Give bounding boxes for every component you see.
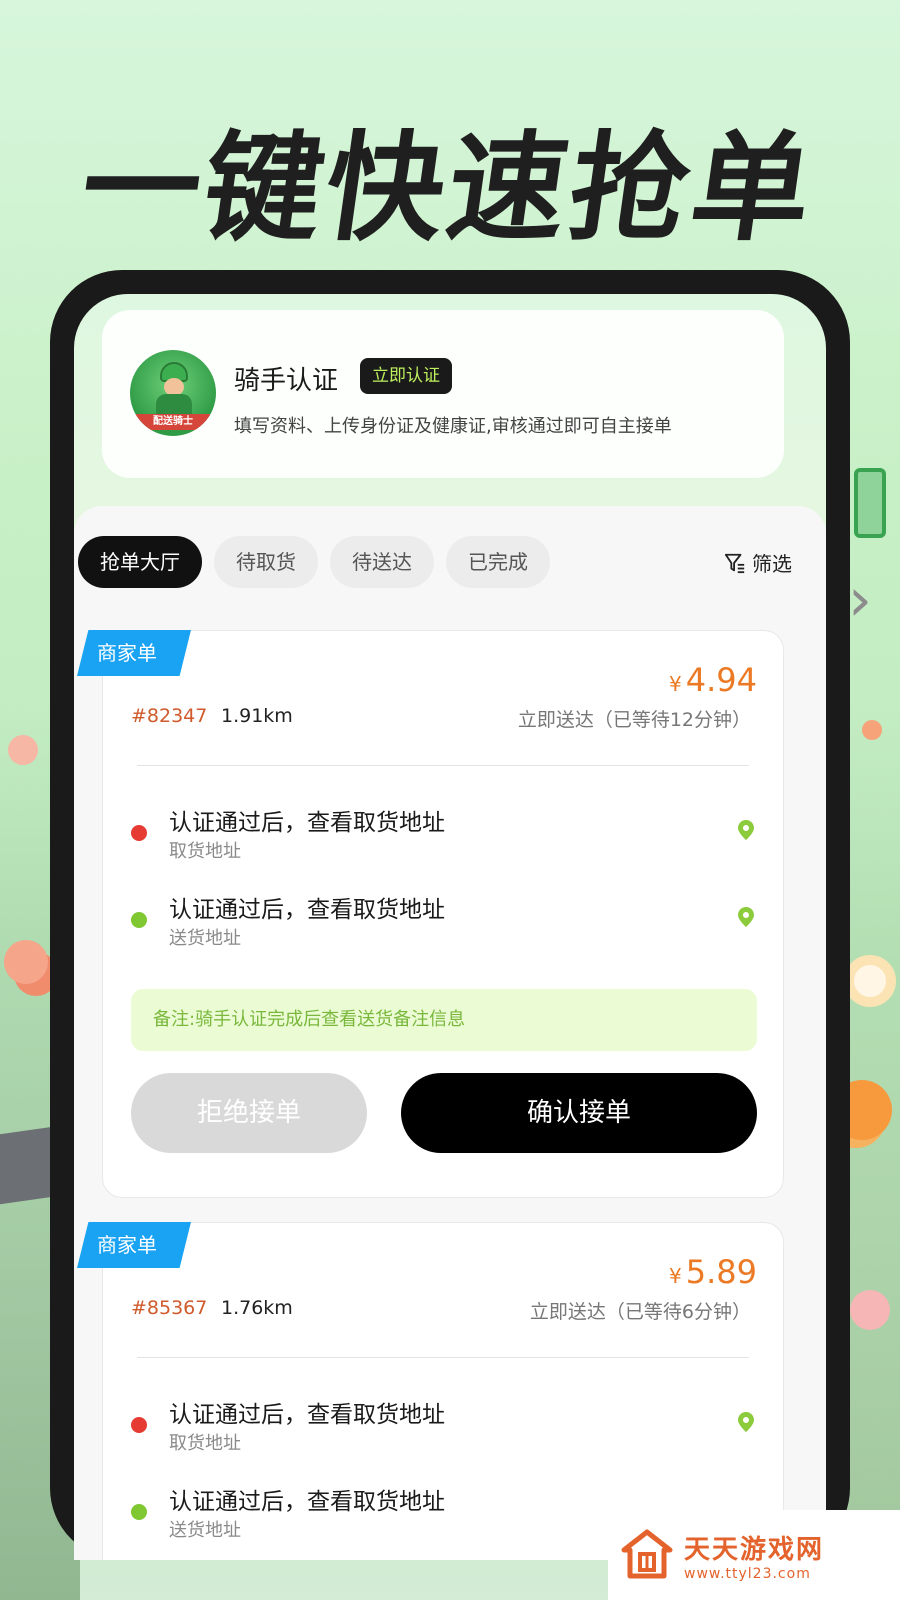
phone-frame: 配送骑士 骑手认证 立即认证 填写资料、上传身份证及健康证,审核通过即可自主接单… [50,270,850,1560]
auth-description: 填写资料、上传身份证及健康证,审核通过即可自主接单 [234,416,672,437]
currency-symbol: ¥ [669,672,682,696]
tab-grab-hall[interactable]: 抢单大厅 [78,536,202,588]
flower-decoration [862,720,882,740]
filter-icon [724,553,745,573]
order-tabs: 抢单大厅 待取货 待送达 已完成 [78,536,550,588]
currency-symbol: ¥ [669,1264,682,1288]
merchant-order-tag: 商家单 [77,630,191,676]
pickup-label: 取货地址 [169,1433,241,1454]
order-distance: 1.76km [221,1297,293,1319]
order-price: ¥4.94 [669,661,757,699]
site-watermark: 天天游戏网 www.ttyl23.com [608,1510,900,1600]
rider-avatar: 配送骑士 [130,350,216,436]
rider-auth-card[interactable]: 配送骑士 骑手认证 立即认证 填写资料、上传身份证及健康证,审核通过即可自主接单 [102,310,784,478]
confirm-order-button[interactable]: 确认接单 [401,1073,757,1153]
tab-completed[interactable]: 已完成 [446,536,550,588]
merchant-order-tag: 商家单 [77,1222,191,1268]
wait-time: 立即送达（已等待12分钟） [517,709,751,731]
order-id: #85367 [131,1297,208,1319]
pickup-label: 取货地址 [169,841,241,862]
app-screen: 配送骑士 骑手认证 立即认证 填写资料、上传身份证及健康证,审核通过即可自主接单… [74,294,826,1560]
order-remark: 备注:骑手认证完成后查看送货备注信息 [131,989,757,1051]
price-value: 5.89 [685,1253,757,1291]
flower-decoration [4,940,48,984]
flower-decoration [844,955,896,1007]
filter-button[interactable]: 筛选 [724,548,792,577]
watermark-url: www.ttyl23.com [684,1565,811,1582]
order-id: #82347 [131,705,208,727]
delivery-address: 认证通过后，查看取货地址 [169,1489,445,1515]
avatar-ribbon: 配送骑士 [136,414,210,430]
order-hall: 抢单大厅 待取货 待送达 已完成 筛选 商家单 ¥4.94 #82347 1.9… [74,506,826,1560]
auth-title: 骑手认证 [234,366,339,396]
watermark-title: 天天游戏网 [684,1534,825,1565]
location-pin-icon[interactable] [737,819,755,841]
delivery-dot-icon [131,912,147,928]
reject-order-button[interactable]: 拒绝接单 [131,1073,367,1153]
promo-headline: 一键快速抢单 [72,119,825,257]
delivery-label: 送货地址 [169,928,241,949]
pickup-dot-icon [131,1417,147,1433]
delivery-dot-icon [131,1504,147,1520]
delivery-address: 认证通过后，查看取货地址 [169,897,445,923]
wait-time: 立即送达（已等待6分钟） [529,1301,751,1323]
decorative-sign [854,468,886,538]
house-logo-icon [621,1529,673,1579]
price-value: 4.94 [685,661,757,699]
divider [137,765,749,766]
filter-label: 筛选 [752,552,792,576]
verify-now-button[interactable]: 立即认证 [360,358,452,394]
tab-to-deliver[interactable]: 待送达 [330,536,434,588]
pickup-dot-icon [131,825,147,841]
delivery-label: 送货地址 [169,1520,241,1541]
divider [137,1357,749,1358]
pickup-address: 认证通过后，查看取货地址 [169,810,445,836]
order-distance: 1.91km [221,705,293,727]
flower-decoration [850,1290,890,1330]
watermark-text: 天天游戏网 www.ttyl23.com [684,1529,824,1582]
flower-decoration [8,735,38,765]
location-pin-icon[interactable] [737,906,755,928]
location-pin-icon[interactable] [737,1411,755,1433]
order-card[interactable]: 商家单 ¥4.94 #82347 1.91km 立即送达（已等待12分钟） 认证… [77,630,784,1198]
order-price: ¥5.89 [669,1253,757,1291]
chevron-right-icon: › [848,565,872,635]
tab-to-pickup[interactable]: 待取货 [214,536,318,588]
pickup-address: 认证通过后，查看取货地址 [169,1402,445,1428]
